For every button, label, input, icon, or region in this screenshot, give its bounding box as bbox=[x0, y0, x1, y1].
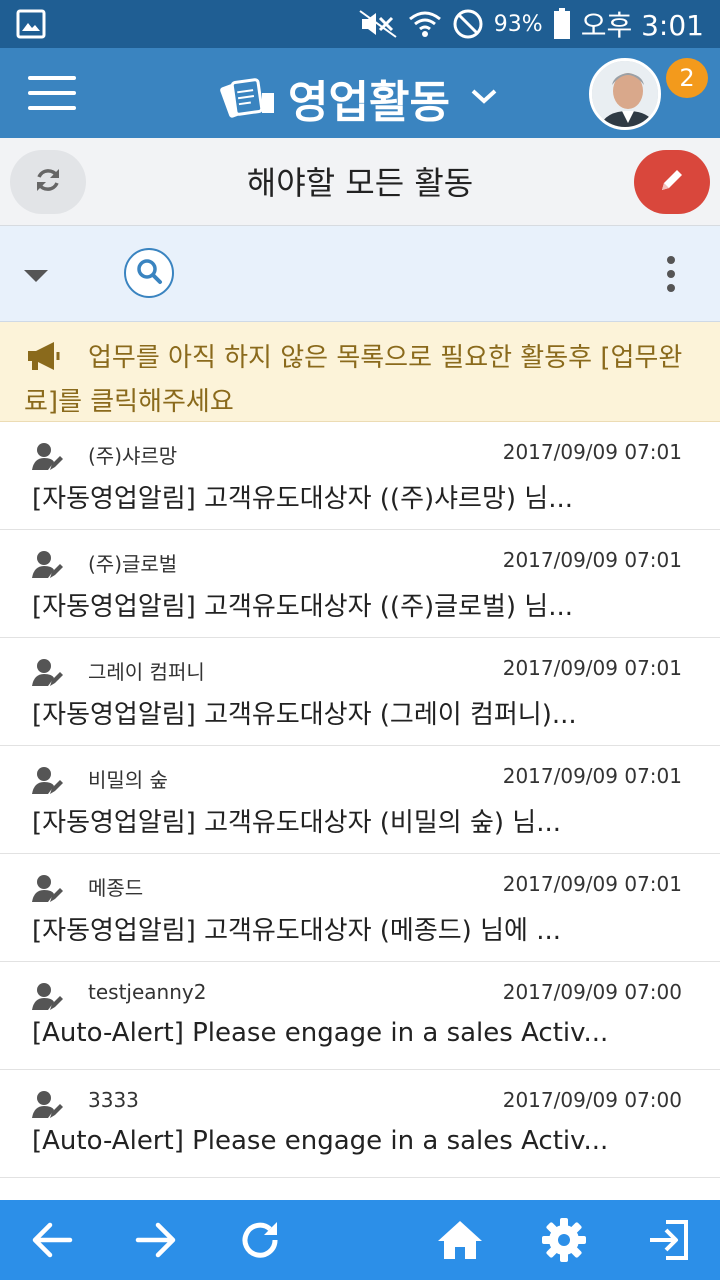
activity-date: 2017/09/09 07:00 bbox=[502, 980, 682, 1004]
search-button[interactable] bbox=[124, 248, 174, 298]
activity-subject: [자동영업알림] 고객유도대상자 (메종드) 님에 ... bbox=[32, 916, 561, 946]
gallery-notification-icon bbox=[16, 9, 46, 39]
list-item[interactable]: testjeanny2 2017/09/09 07:00 [Auto-Alert… bbox=[0, 962, 720, 1070]
filter-toggle-caret-icon[interactable] bbox=[24, 270, 48, 282]
list-item[interactable]: 비밀의 숲 2017/09/09 07:01 [자동영업알림] 고객유도대상자 … bbox=[0, 746, 720, 854]
more-vert-icon[interactable] bbox=[664, 256, 678, 292]
megaphone-icon bbox=[24, 340, 64, 386]
pencil-icon bbox=[658, 166, 686, 198]
filter-bar bbox=[0, 226, 720, 322]
module-selector[interactable]: 영업활동 bbox=[218, 66, 498, 130]
status-bar: 93% 오후 3:01 bbox=[0, 0, 720, 48]
wifi-icon bbox=[408, 9, 442, 39]
user-edit-icon bbox=[32, 874, 64, 908]
blocked-icon bbox=[452, 8, 484, 40]
activity-subject: [자동영업알림] 고객유도대상자 (비밀의 숲) 님... bbox=[32, 808, 561, 838]
activity-date: 2017/09/09 07:01 bbox=[502, 764, 682, 788]
reload-icon[interactable] bbox=[236, 1216, 284, 1264]
activity-subject: [자동영업알림] 고객유도대상자 (그레이 컴퍼니)... bbox=[32, 700, 577, 730]
home-icon[interactable] bbox=[436, 1216, 484, 1264]
sales-cards-icon bbox=[218, 73, 276, 123]
list-item[interactable]: 그레이 컴퍼니 2017/09/09 07:01 [자동영업알림] 고객유도대상… bbox=[0, 638, 720, 746]
edit-button[interactable] bbox=[634, 150, 710, 214]
user-edit-icon bbox=[32, 1090, 64, 1124]
list-item[interactable]: (주)글로벌 2017/09/09 07:01 [자동영업알림] 고객유도대상자… bbox=[0, 530, 720, 638]
activity-date: 2017/09/09 07:00 bbox=[502, 1088, 682, 1112]
activity-subject: [자동영업알림] 고객유도대상자 ((주)샤르망) 님... bbox=[32, 484, 574, 514]
notice-banner: 업무를 아직 하지 않은 목록으로 필요한 활동후 [업무완료]를 클릭해주세요 bbox=[0, 322, 720, 422]
bottom-nav bbox=[0, 1200, 720, 1280]
user-edit-icon bbox=[32, 550, 64, 584]
chevron-down-icon bbox=[470, 86, 498, 110]
list-item[interactable]: 3333 2017/09/09 07:00 [Auto-Alert] Pleas… bbox=[0, 1070, 720, 1178]
page-title: 해야할 모든 활동 bbox=[246, 164, 474, 202]
company-name: (주)글로벌 bbox=[88, 552, 178, 576]
user-edit-icon bbox=[32, 658, 64, 692]
mute-icon bbox=[358, 9, 398, 39]
company-name: 그레이 컴퍼니 bbox=[88, 660, 205, 684]
battery-icon bbox=[553, 8, 571, 40]
search-icon bbox=[135, 257, 163, 289]
exit-icon[interactable] bbox=[644, 1216, 692, 1264]
activity-date: 2017/09/09 07:01 bbox=[502, 872, 682, 896]
company-name: testjeanny2 bbox=[88, 980, 207, 1004]
activity-list: (주)샤르망 2017/09/09 07:01 [자동영업알림] 고객유도대상자… bbox=[0, 422, 720, 1178]
activity-subject: [자동영업알림] 고객유도대상자 ((주)글로벌) 님... bbox=[32, 592, 574, 622]
arrow-left-icon[interactable] bbox=[28, 1216, 76, 1264]
user-edit-icon bbox=[32, 766, 64, 800]
list-item[interactable]: 메종드 2017/09/09 07:01 [자동영업알림] 고객유도대상자 (메… bbox=[0, 854, 720, 962]
battery-percent: 93% bbox=[493, 11, 543, 37]
company-name: 3333 bbox=[88, 1088, 139, 1112]
app-title: 영업활동 bbox=[288, 77, 450, 128]
activity-date: 2017/09/09 07:01 bbox=[502, 548, 682, 572]
activity-subject: [Auto-Alert] Please engage in a sales Ac… bbox=[32, 1018, 609, 1048]
activity-date: 2017/09/09 07:01 bbox=[502, 656, 682, 680]
company-name: 메종드 bbox=[88, 876, 144, 900]
notice-text: 업무를 아직 하지 않은 목록으로 필요한 활동후 [업무완료]를 클릭해주세요 bbox=[24, 343, 683, 417]
avatar[interactable] bbox=[589, 58, 661, 130]
company-name: (주)샤르망 bbox=[88, 444, 178, 468]
activity-subject: [Auto-Alert] Please engage in a sales Ac… bbox=[32, 1126, 609, 1156]
sub-header: 해야할 모든 활동 bbox=[0, 138, 720, 226]
user-edit-icon bbox=[32, 982, 64, 1016]
gear-icon[interactable] bbox=[540, 1216, 588, 1264]
notification-badge[interactable]: 2 bbox=[666, 58, 708, 98]
company-name: 비밀의 숲 bbox=[88, 768, 168, 792]
hamburger-icon[interactable] bbox=[28, 76, 76, 110]
clock: 오후 3:01 bbox=[580, 9, 704, 42]
list-item[interactable]: (주)샤르망 2017/09/09 07:01 [자동영업알림] 고객유도대상자… bbox=[0, 422, 720, 530]
arrow-right-icon[interactable] bbox=[132, 1216, 180, 1264]
activity-date: 2017/09/09 07:01 bbox=[502, 440, 682, 464]
user-edit-icon bbox=[32, 442, 64, 476]
